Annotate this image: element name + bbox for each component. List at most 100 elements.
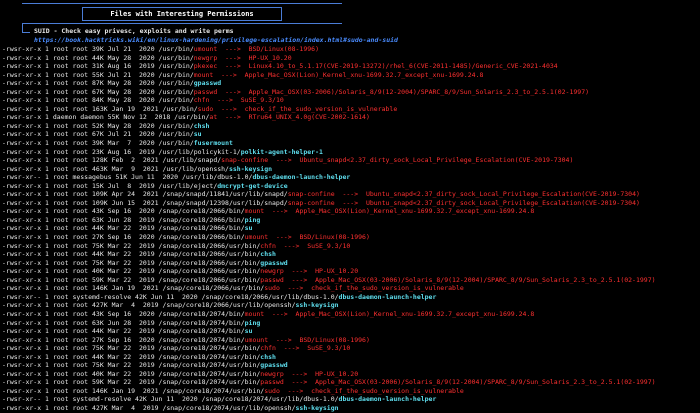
file-perm-and-path: -rwsr-xr-- 1 root systemd-resolve 42K Ju… (2, 292, 339, 301)
file-perm-and-path: -rwsr-xr-x 1 root root 67K Jul 21 2020 /… (2, 130, 194, 139)
known-exploit: check_if_the_sudo_version_is_vulnerable (311, 284, 464, 293)
binary-name: ping (244, 318, 261, 327)
list-item: -rwsr-sr-x 1 daemon daemon 55K Nov 12 20… (2, 113, 698, 122)
list-item: -rwsr-xr-x 1 root root 128K Feb 2 2021 /… (2, 156, 698, 165)
file-perm-and-path: -rwsr-xr-x 1 root root 146K Jan 19 2021 … (2, 284, 265, 293)
file-perm-and-path: -rwsr-xr-x 1 root root 44K Mar 22 2019 /… (2, 250, 261, 259)
file-perm-and-path: -rwsr-xr-x 1 root root 15K Jul 8 2019 /u… (2, 181, 218, 190)
known-exploit: BSD/Linux(08-1996) (299, 233, 370, 242)
known-exploit: HP-UX_10.20 (315, 369, 359, 378)
binary-name: su (244, 327, 253, 336)
binary-name: ssh-keysign (295, 403, 339, 412)
file-perm-and-path: -rwsr-xr-x 1 root root 75K Mar 22 2019 /… (2, 241, 261, 250)
list-item: -rwsr-xr-x 1 root root 31K Aug 16 2019 /… (2, 62, 698, 71)
hacktricks-link-text[interactable]: https://book.hacktricks.wiki/en/linux-ha… (34, 36, 398, 44)
list-item: -rwsr-xr-- 1 root systemd-resolve 42K Ju… (2, 395, 698, 404)
file-perm-and-path: -rwsr-xr-x 1 root root 463K Mar 9 2021 /… (2, 164, 229, 173)
exploit-arrow: ---> (217, 53, 249, 62)
list-item: -rwsr-xr-x 1 root root 44K Mar 22 2019 /… (2, 224, 698, 233)
list-item: -rwsr-xr-x 1 root root 43K Sep 16 2020 /… (2, 310, 698, 319)
exploit-arrow: ---> (275, 241, 308, 250)
known-exploit: check_if_the_sudo_version_is_vulnerable (311, 386, 464, 395)
known-exploit: SuSE_9.3/10 (240, 96, 284, 105)
file-perm-and-path: -rwsr-xr-x 1 root root 27K Sep 16 2020 /… (2, 335, 245, 344)
file-perm-and-path: -rwsr-xr-x 1 root root 40K Mar 22 2019 /… (2, 267, 261, 276)
known-exploit: Apple_Mac_OSX(03-2006)/Solaris_8/9(12-20… (315, 378, 656, 387)
known-exploit: check_if_the_sudo_version_is_vulnerable (244, 104, 398, 113)
list-item: -rwsr-xr-x 1 root root 44K Mar 22 2019 /… (2, 250, 698, 259)
list-item: -rwsr-xr-x 1 root root 40K Mar 22 2019 /… (2, 370, 698, 379)
binary-name: newgrp (260, 267, 284, 276)
binary-name: dbus-daemon-launch-helper (338, 395, 437, 404)
file-perm-and-path: -rwsr-xr-x 1 root root 109K Apr 24 2021 … (2, 190, 288, 199)
file-perm-and-path: -rwsr-xr-x 1 root root 44K Mar 22 2019 /… (2, 224, 245, 233)
binary-name: chsh (260, 250, 276, 259)
section-heading-text: SUID - Check easy privesc, exploits and … (34, 27, 234, 35)
binary-name: gpasswd (193, 79, 222, 88)
hacktricks-link[interactable]: https://book.hacktricks.wiki/en/linux-ha… (34, 36, 398, 45)
binary-name: snap-confine (287, 198, 335, 207)
binary-name: sudo (264, 284, 280, 293)
file-perm-and-path: -rwsr-xr-- 1 root systemd-resolve 42K Ju… (2, 395, 339, 404)
binary-name: chfn (260, 344, 276, 353)
file-perm-and-path: -rwsr-xr-x 1 root root 163K Jan 19 2021 … (2, 104, 198, 113)
binary-name: chfn (260, 241, 276, 250)
exploit-arrow: ---> (279, 386, 312, 395)
file-perm-and-path: -rwsr-xr-x 1 root root 23K Aug 16 2019 /… (2, 147, 241, 156)
known-exploit: Apple_Mac_OSX(03-2006)/Solaris_8/9(12-20… (315, 275, 656, 284)
list-item: -rwsr-xr-x 1 root root 63K Jun 28 2019 /… (2, 319, 698, 328)
file-perm-and-path: -rwsr-xr-x 1 root root 67K May 28 2020 /… (2, 87, 194, 96)
known-exploit: HP-UX_10.20 (315, 267, 359, 276)
binary-name: newgrp (193, 53, 218, 62)
section-heading: SUID - Check easy privesc, exploits and … (34, 27, 234, 36)
binary-name: ssh-keysign (228, 164, 273, 173)
known-exploit: Ubuntu_snapd<2.37_dirty_sock_Local_Privi… (365, 198, 640, 207)
list-item: -rwsr-xr-x 1 root root 39K Jul 21 2020 /… (2, 45, 698, 54)
known-exploit: BSD/Linux(08-1996) (248, 45, 320, 53)
binary-name: mount (193, 70, 214, 79)
known-exploit: RTru64_UNIX_4.0g(CVE-2002-1614) (248, 113, 370, 122)
binary-name: ping (244, 215, 261, 224)
known-exploit: Apple_Mac_OSX(Lion)_Kernel_xnu-1699.32.7… (244, 70, 484, 79)
known-exploit: HP-UX_10.20 (248, 53, 292, 62)
file-perm-and-path: -rwsr-xr-x 1 root root 31K Aug 16 2019 /… (2, 62, 194, 71)
exploit-arrow: ---> (334, 198, 366, 207)
binary-name: chsh (260, 352, 276, 361)
binary-name: su (244, 224, 253, 233)
binary-name: passwd (260, 275, 284, 284)
list-item: -rwsr-xr-x 1 root root 27K Sep 16 2020 /… (2, 336, 698, 345)
file-perm-and-path: -rwsr-xr-x 1 root root 427K Mar 4 2019 /… (2, 403, 296, 412)
file-perm-and-path: -rwsr-xr-x 1 root root 43K Sep 16 2020 /… (2, 309, 245, 318)
list-item: -rwsr-xr-x 1 root root 146K Jan 19 2021 … (2, 284, 698, 293)
binary-name: dmcrypt-get-device (217, 181, 288, 190)
file-perm-and-path: -rwsr-xr-x 1 root root 146K Jan 19 2021 … (2, 386, 265, 395)
binary-name: umount (193, 45, 218, 53)
exploit-arrow: ---> (334, 190, 366, 199)
file-perm-and-path: -rwsr-xr-x 1 root root 87K May 28 2020 /… (2, 79, 194, 88)
exploit-arrow: ---> (283, 267, 316, 276)
file-perm-and-path: -rwsr-xr-- 1 root messagebus 51K Jun 11 … (2, 173, 253, 182)
list-item: -rwsr-xr-x 1 root root 67K May 28 2020 /… (2, 88, 698, 97)
exploit-arrow: ---> (213, 104, 245, 113)
list-item: -rwsr-xr-x 1 root root 40K Mar 22 2019 /… (2, 267, 698, 276)
known-exploit: Apple_Mac_OSX(Lion)_Kernel_xnu-1699.32.7… (295, 207, 535, 216)
binary-name: mount (244, 309, 265, 318)
known-exploit: Linux4.10_to_5.1.17(CVE-2019-13272)/rhel… (248, 62, 558, 71)
binary-name: chfn (193, 96, 210, 105)
file-perm-and-path: -rwsr-xr-x 1 root root 55K Jul 21 2020 /… (2, 70, 194, 79)
list-item: -rwsr-xr-x 1 root root 55K Jul 21 2020 /… (2, 71, 698, 80)
list-item: -rwsr-xr-x 1 root root 75K Mar 22 2019 /… (2, 361, 698, 370)
file-perm-and-path: -rwsr-xr-x 1 root root 75K Mar 22 2019 /… (2, 258, 261, 267)
file-perm-and-path: -rwsr-xr-x 1 root root 75K Mar 22 2019 /… (2, 361, 261, 370)
exploit-arrow: ---> (217, 45, 249, 53)
list-item: -rwsr-xr-x 1 root root 75K Mar 22 2019 /… (2, 259, 698, 268)
file-perm-and-path: -rwsr-xr-x 1 root root 128K Feb 2 2021 /… (2, 156, 222, 165)
file-perm-and-path: -rwsr-xr-x 1 root root 40K Mar 22 2019 /… (2, 369, 261, 378)
binary-name: gpasswd (260, 361, 288, 370)
exploit-arrow: ---> (268, 335, 300, 344)
binary-name: ssh-keysign (295, 301, 339, 310)
exploit-arrow: ---> (217, 87, 249, 96)
banner-box: Files with Interesting Permissions (82, 7, 282, 21)
binary-name: sudo (197, 104, 214, 113)
binary-name: passwd (260, 378, 284, 387)
